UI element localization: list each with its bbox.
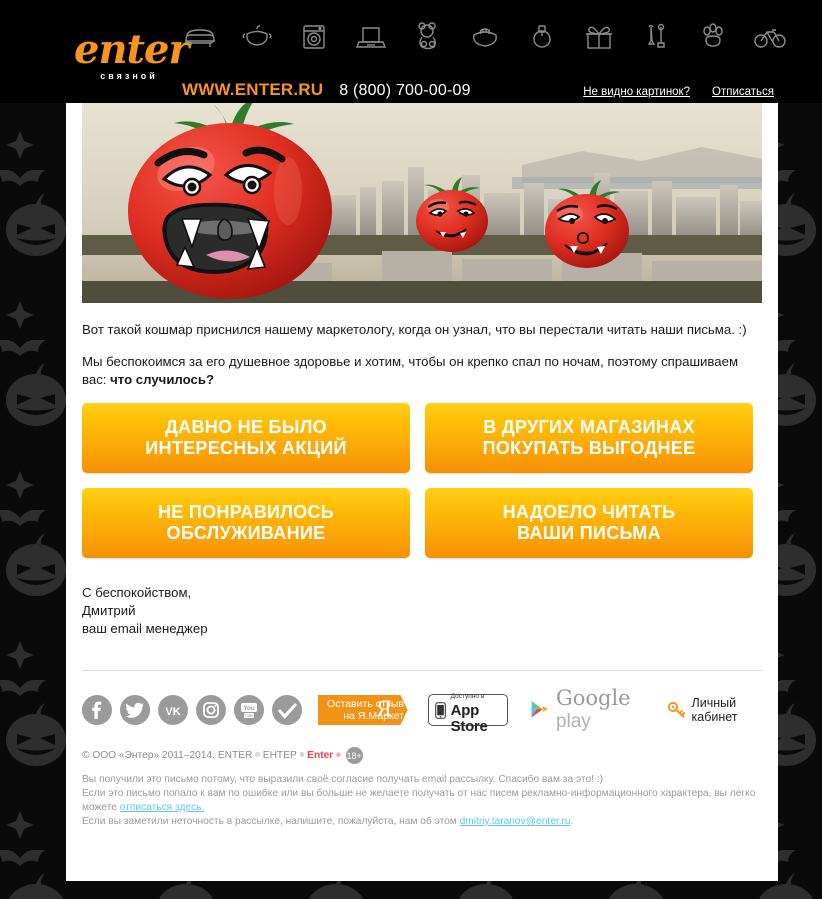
copyright-line: © ООО «Энтер» 2011–2014. ENTER ® ЕНТЕР ® E… bbox=[82, 747, 762, 764]
cta-line-2: ОБСЛУЖИВАНИЕ bbox=[166, 523, 326, 543]
google-play-triangle-icon bbox=[531, 701, 549, 718]
facebook-icon[interactable] bbox=[82, 695, 112, 725]
sofa-icon[interactable] bbox=[182, 18, 218, 54]
signature-line-1: С беспокойством, bbox=[82, 585, 192, 600]
cta-line-1: В ДРУГИХ МАГАЗИНАХ bbox=[483, 417, 695, 437]
twitter-icon[interactable] bbox=[120, 695, 150, 725]
signature-line-2: Дмитрий bbox=[82, 603, 136, 618]
category-icon-row bbox=[182, 18, 788, 54]
paragraph-2: Мы беспокоимся за его душевное здоровье … bbox=[82, 353, 762, 389]
cta-line-1: НАДОЕЛО ЧИТАТЬ bbox=[502, 502, 676, 522]
cta-bad-service[interactable]: НЕ ПОНРАВИЛОСЬ ОБСЛУЖИВАНИЕ bbox=[82, 488, 410, 558]
cta-cheaper-elsewhere[interactable]: В ДРУГИХ МАГАЗИНАХ ПОКУПАТЬ ВЫГОДНЕЕ bbox=[425, 403, 753, 473]
google-play-word-1: Google bbox=[555, 686, 631, 710]
site-url-link[interactable]: WWW.ENTER.RU bbox=[182, 80, 323, 100]
legal-paragraph-3: Если вы заметили неточность в рассылке, … bbox=[82, 815, 762, 829]
google-play-word-2: play bbox=[555, 711, 591, 732]
badge-text: Оставить отзыв на Я.Маркет bbox=[324, 698, 404, 722]
paragraph-1: Вот такой кошмар приснился нашему маркет… bbox=[82, 322, 747, 337]
svg-text:You: You bbox=[243, 705, 255, 712]
cta-line-2: ИНТЕРЕСНЫХ АКЦИЙ bbox=[145, 438, 347, 458]
enter-logo[interactable]: enter связной bbox=[74, 26, 190, 82]
gift-icon[interactable] bbox=[581, 18, 617, 54]
footer-social-row: VK You Tube Оставить отзыв на Я.Маркет Я bbox=[82, 687, 762, 735]
teddy-bear-icon[interactable] bbox=[410, 18, 446, 54]
svg-text:VK: VK bbox=[165, 706, 180, 718]
personal-account-label: Личный кабинет bbox=[691, 696, 738, 724]
cta-line-1: НЕ ПОНРАВИЛОСЬ bbox=[157, 502, 335, 522]
logo-wordmark: enter bbox=[74, 26, 190, 73]
cta-line-2: ПОКУПАТЬ ВЫГОДНЕЕ bbox=[482, 438, 696, 458]
instagram-icon[interactable] bbox=[196, 695, 226, 725]
copyright-text: © ООО «Энтер» 2011–2014. ENTER bbox=[82, 750, 253, 761]
cta-line-2: ВАШИ ПИСЬМА bbox=[517, 523, 661, 543]
footer-divider bbox=[82, 670, 762, 671]
paragraph-2-emphasis: что случилось? bbox=[110, 372, 215, 387]
purse-icon[interactable] bbox=[467, 18, 503, 54]
legal-paragraph-1: Вы получили это письмо потому, что выраз… bbox=[82, 774, 604, 785]
cta-tired-of-emails[interactable]: НАДОЕЛО ЧИТАТЬ ВАШИ ПИСЬМА bbox=[425, 488, 753, 558]
contact-email-link[interactable]: dmitriy.taranov@enter.ru bbox=[460, 816, 571, 827]
legal-p3-text: Если вы заметили неточность в рассылке, … bbox=[82, 816, 460, 827]
yandex-market-review-badge[interactable]: Оставить отзыв на Я.Маркет Я bbox=[318, 695, 408, 725]
legal-paragraph-2: Если это письмо попало к вам по ошибке и… bbox=[82, 787, 762, 815]
appstore-label: App Store bbox=[450, 702, 488, 735]
unsubscribe-link[interactable]: Отписаться bbox=[712, 86, 774, 98]
personal-account-link[interactable]: Личный кабинет bbox=[667, 696, 762, 724]
registered-mark-2: ® bbox=[299, 752, 305, 759]
vk-icon[interactable]: VK bbox=[158, 695, 188, 725]
youtube-icon[interactable]: You Tube bbox=[234, 695, 264, 725]
perfume-icon[interactable] bbox=[524, 18, 560, 54]
garden-tools-icon[interactable] bbox=[638, 18, 674, 54]
header-utility-links: Не видно картинок? Отписаться bbox=[583, 86, 774, 98]
key-icon bbox=[667, 701, 686, 718]
badge-line-1: Оставить отзыв bbox=[327, 698, 404, 710]
enter-brand-red: Enter bbox=[307, 750, 334, 761]
laptop-icon[interactable] bbox=[353, 18, 389, 54]
signature-block: С беспокойством, Дмитрий ваш email менед… bbox=[82, 584, 762, 638]
header-contact-row: WWW.ENTER.RU 8 (800) 700-00-09 bbox=[182, 80, 471, 100]
legal-p3-period: . bbox=[570, 816, 574, 827]
pot-icon[interactable] bbox=[239, 18, 275, 54]
email-header-bar: enter связной WWW.ENTER.RU 8 (800) 700-0… bbox=[0, 0, 822, 103]
app-store-badge[interactable]: Доступно в App Store bbox=[427, 693, 509, 735]
iphone-icon bbox=[434, 701, 446, 719]
signature-line-3: ваш email менеджер bbox=[82, 621, 208, 636]
legal-block: © ООО «Энтер» 2011–2014. ENTER ® ЕНТЕР ® E… bbox=[82, 747, 762, 829]
washing-machine-icon[interactable] bbox=[296, 18, 332, 54]
copyright-text-cyrillic: ЕНТЕР bbox=[262, 750, 297, 761]
appstore-small-text: Доступно в bbox=[450, 693, 485, 700]
check-icon[interactable] bbox=[272, 695, 302, 725]
google-play-badge[interactable]: Google play bbox=[530, 687, 643, 733]
badge-line-2: на Я.Маркет bbox=[343, 710, 404, 722]
email-body-card: Вот такой кошмар приснился нашему маркет… bbox=[66, 103, 778, 881]
cta-line-1: ДАВНО НЕ БЫЛО bbox=[165, 417, 327, 437]
svg-text:Tube: Tube bbox=[244, 713, 254, 718]
phone-number: 8 (800) 700-00-09 bbox=[339, 82, 471, 99]
cta-no-interesting-promos[interactable]: ДАВНО НЕ БЫЛО ИНТЕРЕСНЫХ АКЦИЙ bbox=[82, 403, 410, 473]
survey-button-grid: ДАВНО НЕ БЫЛО ИНТЕРЕСНЫХ АКЦИЙ В ДРУГИХ М… bbox=[82, 403, 762, 558]
bicycle-icon[interactable] bbox=[752, 18, 788, 54]
registered-mark-3: ® bbox=[336, 752, 341, 759]
yandex-ya-mark: Я bbox=[376, 696, 392, 721]
paw-print-icon[interactable] bbox=[695, 18, 731, 54]
registered-mark-1: ® bbox=[255, 752, 260, 759]
age-rating-badge: 18+ bbox=[345, 747, 363, 764]
unsubscribe-here-link[interactable]: отписаться здесь. bbox=[120, 802, 205, 813]
email-copy: Вот такой кошмар приснился нашему маркет… bbox=[66, 303, 778, 389]
hero-image-angry-tomatoes bbox=[82, 103, 762, 303]
images-not-visible-link[interactable]: Не видно картинок? bbox=[583, 86, 690, 98]
